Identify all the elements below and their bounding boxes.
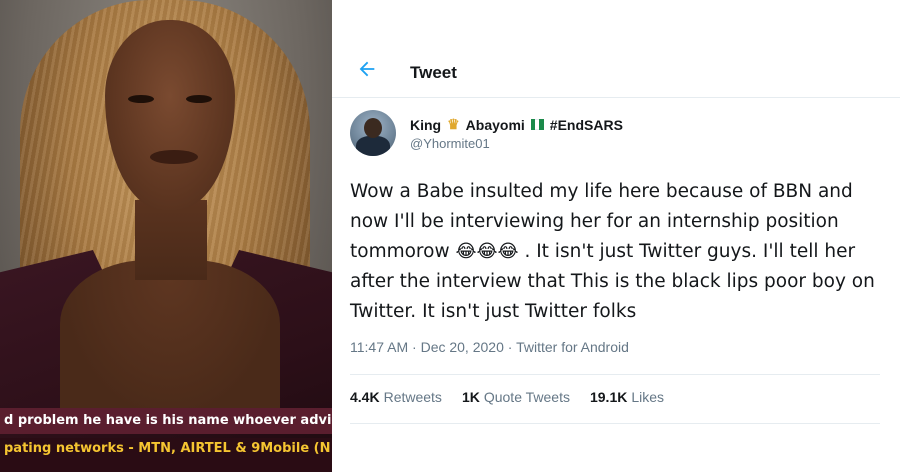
crown-emoji-icon: ♛ — [447, 116, 460, 132]
likes-label: Likes — [631, 389, 665, 405]
arrow-left-icon[interactable] — [356, 58, 378, 80]
avatar-head — [364, 118, 382, 138]
quote-tweets-label: Quote Tweets — [483, 389, 570, 405]
tweet-stats: 4.4K Retweets 1K Quote Tweets 19.1K Likes — [350, 389, 684, 405]
tweet-panel: Tweet King ♛ Abayomi #EndSARS @Yhormite0… — [332, 0, 900, 472]
tv-ticker-line-2: pating networks - MTN, AIRTEL & 9Mobile … — [0, 438, 332, 472]
quote-tweets-stat[interactable]: 1K Quote Tweets — [462, 389, 570, 405]
author-first-name: King — [410, 116, 442, 133]
meta-separator: · — [507, 339, 517, 355]
tweet-time[interactable]: 11:47 AM — [350, 339, 408, 355]
meta-separator: · — [412, 339, 421, 355]
author-hashtag: #EndSARS — [549, 116, 623, 133]
divider — [350, 423, 880, 424]
author-name[interactable]: King ♛ Abayomi #EndSARS — [410, 116, 623, 133]
laughing-emoji-icon: 😂😂😂 — [455, 241, 519, 262]
tweet-meta: 11:47 AM · Dec 20, 2020 · Twitter for An… — [350, 339, 629, 355]
photo-chest — [60, 260, 280, 420]
tweet-source[interactable]: Twitter for Android — [516, 339, 629, 355]
likes-stat[interactable]: 19.1K Likes — [590, 389, 664, 405]
likes-count: 19.1K — [589, 389, 628, 405]
avatar-body — [356, 136, 390, 156]
nigeria-flag-icon — [530, 119, 544, 130]
page-title: Tweet — [410, 63, 457, 82]
tv-ticker-line-1: d problem he have is his name whoever ad… — [0, 408, 332, 434]
retweets-count: 4.4K — [350, 389, 380, 405]
quote-tweets-count: 1K — [461, 389, 480, 405]
photo-neck — [135, 200, 207, 280]
tv-screenshot-photo: d problem he have is his name whoever ad… — [0, 0, 332, 472]
tweet-text: Wow a Babe insulted my life here because… — [350, 177, 890, 327]
author-last-name: Abayomi — [465, 116, 525, 133]
tweet-header: Tweet — [332, 0, 900, 98]
tweet-date[interactable]: Dec 20, 2020 — [421, 339, 504, 355]
divider — [350, 374, 880, 375]
avatar[interactable] — [350, 110, 396, 156]
photo-eye-right — [186, 95, 212, 103]
retweets-stat[interactable]: 4.4K Retweets — [350, 389, 442, 405]
photo-lips — [150, 150, 198, 164]
author-handle[interactable]: @Yhormite01 — [410, 136, 490, 151]
retweets-label: Retweets — [383, 389, 442, 405]
photo-eye-left — [128, 95, 154, 103]
